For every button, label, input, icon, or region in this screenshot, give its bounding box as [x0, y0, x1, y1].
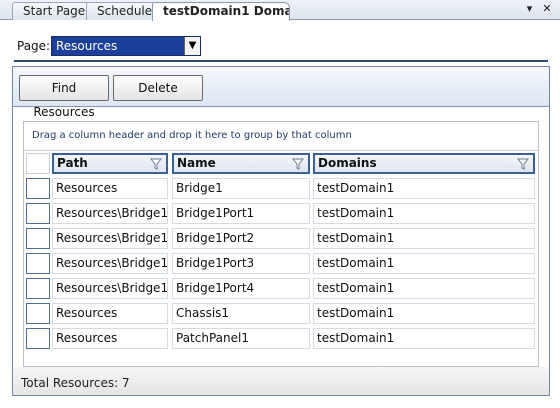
cell-domains[interactable]: testDomain1	[313, 203, 535, 224]
dropdown-arrow-icon[interactable]: ▼	[184, 37, 200, 55]
table-row[interactable]: Resources\Bridge1 Bridge1Port4 testDomai…	[24, 276, 538, 301]
row-selector[interactable]	[26, 203, 50, 224]
cell-domains[interactable]: testDomain1	[313, 178, 535, 199]
resources-panel: Find Resources Delete Drag a column head…	[12, 66, 550, 396]
cell-name[interactable]: Bridge1Port1	[172, 203, 310, 224]
cell-name[interactable]: Bridge1Port3	[172, 253, 310, 274]
table-row[interactable]: Resources\Bridge1 Bridge1Port3 testDomai…	[24, 251, 538, 276]
row-selector[interactable]	[26, 303, 50, 324]
grid-body: Path Name Domains Resources Bridge1 test…	[24, 150, 538, 366]
tab-scheduler[interactable]: Scheduler	[86, 2, 158, 20]
tab-testdomain1-domain[interactable]: testDomain1 Domain	[152, 2, 290, 21]
cell-domains[interactable]: testDomain1	[313, 253, 535, 274]
close-icon[interactable]: ✕	[540, 2, 554, 15]
cell-path[interactable]: Resources\Bridge1	[52, 203, 168, 224]
cell-name[interactable]: PatchPanel1	[172, 328, 310, 349]
page-label: Page:	[17, 39, 51, 53]
cell-name[interactable]: Bridge1Port2	[172, 228, 310, 249]
cell-path[interactable]: Resources	[52, 303, 168, 324]
table-row[interactable]: Resources\Bridge1 Bridge1Port2 testDomai…	[24, 226, 538, 251]
grid-header-row: Path Name Domains	[24, 151, 538, 176]
cell-name[interactable]: Chassis1	[172, 303, 310, 324]
filter-icon[interactable]	[292, 158, 304, 170]
column-header-domains[interactable]: Domains	[313, 153, 535, 174]
tab-list-dropdown-icon[interactable]: ▾	[523, 2, 537, 15]
total-resources-count: Total Resources: 7	[21, 376, 130, 390]
cell-domains[interactable]: testDomain1	[313, 228, 535, 249]
table-row[interactable]: Resources PatchPanel1 testDomain1	[24, 326, 538, 351]
cell-name[interactable]: Bridge1	[172, 178, 310, 199]
tab-start-page[interactable]: Start Page	[12, 2, 92, 20]
cell-path[interactable]: Resources\Bridge1	[52, 278, 168, 299]
table-row[interactable]: Resources Chassis1 testDomain1	[24, 301, 538, 326]
row-selector[interactable]	[26, 228, 50, 249]
filter-icon[interactable]	[517, 158, 529, 170]
resources-grid: Drag a column header and drop it here to…	[23, 121, 539, 367]
column-header-path[interactable]: Path	[52, 153, 168, 174]
row-selector[interactable]	[26, 178, 50, 199]
table-row[interactable]: Resources\Bridge1 Bridge1Port1 testDomai…	[24, 201, 538, 226]
document-tab-strip: Start Page Scheduler testDomain1 Domain …	[0, 0, 560, 21]
delete-button[interactable]: Delete	[113, 75, 203, 101]
cell-path[interactable]: Resources	[52, 328, 168, 349]
cell-path[interactable]: Resources\Bridge1	[52, 228, 168, 249]
cell-domains[interactable]: testDomain1	[313, 278, 535, 299]
toolbar: Find Resources Delete	[13, 67, 549, 119]
filter-icon[interactable]	[150, 158, 162, 170]
cell-name[interactable]: Bridge1Port4	[172, 278, 310, 299]
find-resources-button[interactable]: Find Resources	[19, 75, 109, 119]
page-divider	[14, 60, 548, 62]
row-selector[interactable]	[26, 328, 50, 349]
status-footer: Total Resources: 7	[13, 367, 549, 395]
page-dropdown[interactable]: Resources ▼	[51, 36, 201, 56]
column-header-name[interactable]: Name	[172, 153, 310, 174]
cell-path[interactable]: Resources	[52, 178, 168, 199]
group-by-hint[interactable]: Drag a column header and drop it here to…	[32, 130, 352, 141]
row-selector[interactable]	[26, 278, 50, 299]
cell-domains[interactable]: testDomain1	[313, 328, 535, 349]
column-header-label: Path	[57, 156, 88, 170]
header-selector-cell	[26, 153, 50, 174]
cell-path[interactable]: Resources\Bridge1	[52, 253, 168, 274]
cell-domains[interactable]: testDomain1	[313, 303, 535, 324]
column-header-label: Domains	[318, 156, 377, 170]
column-header-label: Name	[177, 156, 216, 170]
page-dropdown-value: Resources	[56, 39, 118, 53]
row-selector[interactable]	[26, 253, 50, 274]
table-row[interactable]: Resources Bridge1 testDomain1	[24, 176, 538, 201]
tab-tools: ▾ ✕	[523, 2, 555, 15]
